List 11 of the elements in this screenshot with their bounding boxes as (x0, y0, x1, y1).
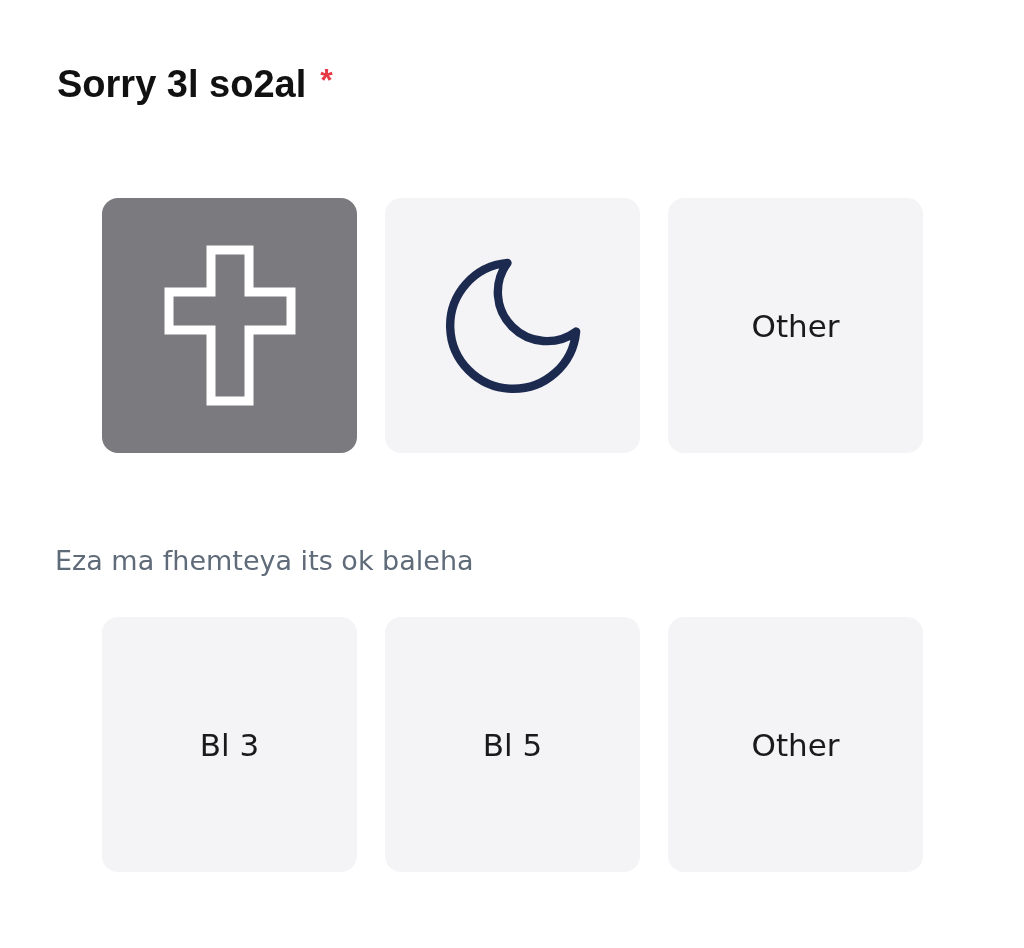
cross-icon (163, 245, 296, 406)
option-tile[interactable]: Bl 3 (102, 617, 357, 872)
option-tile[interactable]: Bl 5 (385, 617, 640, 872)
crescent-moon-icon (444, 257, 581, 394)
option-tile[interactable]: Other (668, 198, 923, 453)
required-asterisk: * (320, 64, 333, 96)
question-title: Sorry 3l so2al (57, 62, 307, 107)
option-tile[interactable] (102, 198, 357, 453)
hint-text: Eza ma fhemteya its ok baleha (55, 544, 475, 578)
option-tile[interactable]: Other (668, 617, 923, 872)
option-tile[interactable] (385, 198, 640, 453)
